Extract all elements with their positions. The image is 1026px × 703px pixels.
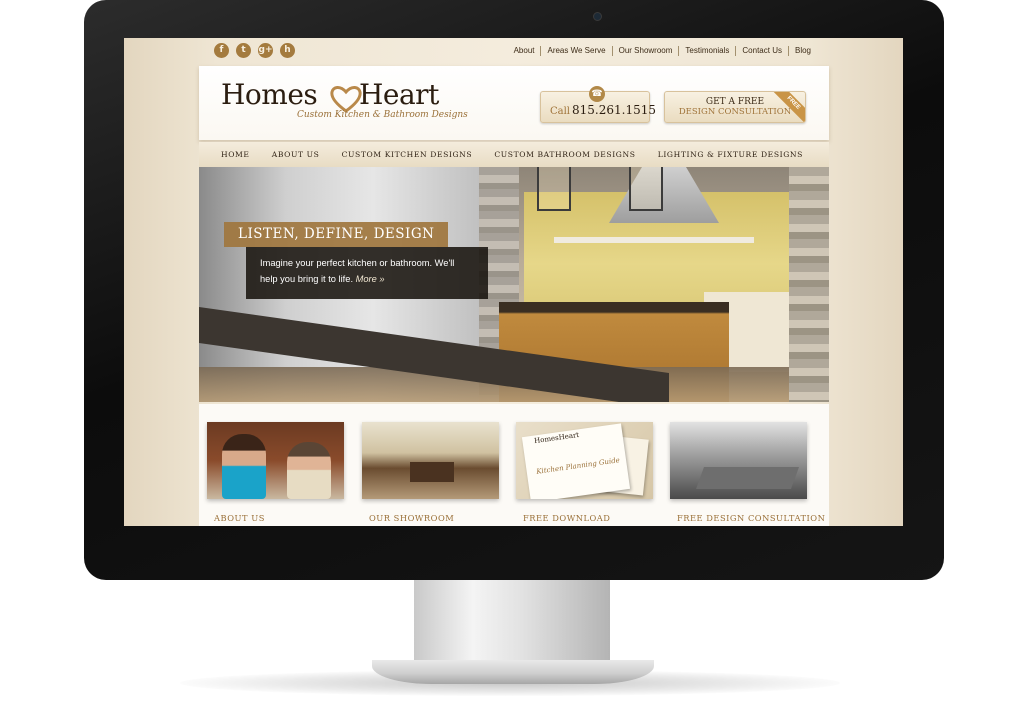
hero-title: LISTEN, DEFINE, DESIGN bbox=[224, 222, 449, 247]
hero-photo-lantern bbox=[537, 167, 571, 211]
person-photo bbox=[287, 442, 331, 499]
call-label: Call bbox=[550, 106, 571, 117]
hero-photo-lantern bbox=[629, 167, 663, 211]
houzz-icon[interactable]: h bbox=[280, 43, 295, 58]
free-consultation-button[interactable]: GET A FREE DESIGN CONSULTATION FREE bbox=[664, 91, 806, 123]
card-about-us[interactable]: ABOUT US bbox=[199, 422, 344, 526]
top-nav: About Areas We Serve Our Showroom Testim… bbox=[508, 46, 817, 56]
card-free-download[interactable]: HomesHeart Kitchen Planning Guide FREE D… bbox=[508, 422, 653, 526]
card-label[interactable]: OUR SHOWROOM bbox=[369, 513, 454, 523]
hero-text-box: Imagine your perfect kitchen or bathroom… bbox=[246, 247, 488, 299]
top-nav-areas[interactable]: Areas We Serve bbox=[540, 46, 611, 56]
site-header: Homes Heart Custom Kitchen & Bathroom De… bbox=[199, 66, 829, 140]
website-screen: f t g+ h About Areas We Serve Our Showro… bbox=[124, 38, 903, 526]
hero-photo-shelf bbox=[554, 237, 754, 243]
phone-icon: ☎ bbox=[589, 86, 605, 102]
camera-icon bbox=[593, 12, 602, 21]
card-our-showroom[interactable]: OUR SHOWROOM bbox=[354, 422, 499, 526]
top-nav-about[interactable]: About bbox=[508, 46, 541, 56]
nav-home[interactable]: HOME bbox=[221, 150, 250, 159]
nav-lighting-fixture[interactable]: LIGHTING & FIXTURE DESIGNS bbox=[658, 150, 803, 159]
social-links: f t g+ h bbox=[214, 43, 295, 58]
heart-icon bbox=[330, 86, 362, 113]
logo-word-homes: Homes bbox=[221, 78, 318, 111]
logo-tagline: Custom Kitchen & Bathroom Designs bbox=[297, 110, 468, 120]
consultation-line2: DESIGN CONSULTATION bbox=[678, 107, 792, 117]
logo-word-heart: Heart bbox=[359, 78, 439, 111]
nav-custom-kitchen[interactable]: CUSTOM KITCHEN DESIGNS bbox=[342, 150, 473, 159]
top-nav-showroom[interactable]: Our Showroom bbox=[611, 46, 679, 56]
hero-banner: LISTEN, DEFINE, DESIGN Imagine your perf… bbox=[199, 167, 829, 402]
twitter-icon[interactable]: t bbox=[236, 43, 251, 58]
card-label[interactable]: ABOUT US bbox=[214, 513, 265, 523]
nav-about-us[interactable]: ABOUT US bbox=[272, 150, 320, 159]
consultation-photo[interactable] bbox=[670, 422, 807, 499]
facebook-icon[interactable]: f bbox=[214, 43, 229, 58]
call-box[interactable]: ☎ Call 815.261.1515 bbox=[540, 86, 656, 123]
top-nav-testimonials[interactable]: Testimonials bbox=[678, 46, 735, 56]
hero-more-link[interactable]: More » bbox=[356, 274, 385, 284]
dining-table bbox=[695, 467, 800, 489]
showroom-table bbox=[410, 462, 454, 482]
hero-photo-stone-wall-right bbox=[789, 167, 829, 402]
hero-photo-range-hood bbox=[609, 167, 719, 223]
google-plus-icon[interactable]: g+ bbox=[258, 43, 273, 58]
card-free-consultation[interactable]: FREE DESIGN CONSULTATION bbox=[662, 422, 825, 526]
top-nav-contact[interactable]: Contact Us bbox=[735, 46, 788, 56]
card-label[interactable]: FREE DESIGN CONSULTATION bbox=[677, 513, 825, 523]
top-bar: f t g+ h About Areas We Serve Our Showro… bbox=[124, 38, 903, 66]
showroom-photo[interactable] bbox=[362, 422, 499, 499]
nav-custom-bathroom[interactable]: CUSTOM BATHROOM DESIGNS bbox=[494, 150, 635, 159]
monitor-stand bbox=[414, 577, 610, 663]
monitor-base bbox=[372, 660, 654, 684]
planning-guide-photo[interactable]: HomesHeart Kitchen Planning Guide bbox=[516, 422, 653, 499]
person-photo bbox=[222, 434, 266, 499]
phone-number[interactable]: 815.261.1515 bbox=[572, 103, 656, 117]
about-us-photo[interactable] bbox=[207, 422, 344, 499]
card-label[interactable]: FREE DOWNLOAD bbox=[523, 513, 610, 523]
main-nav: HOME ABOUT US CUSTOM KITCHEN DESIGNS CUS… bbox=[199, 142, 829, 167]
feature-cards: ABOUT US OUR SHOWROOM HomesHeart Kitchen… bbox=[199, 404, 829, 526]
top-nav-blog[interactable]: Blog bbox=[787, 46, 817, 56]
